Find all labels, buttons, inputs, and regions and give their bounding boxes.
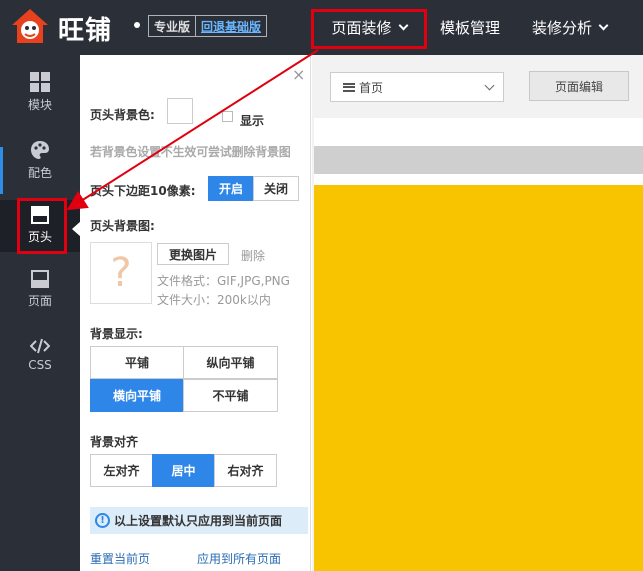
close-icon[interactable]: × <box>292 65 305 84</box>
edition-label: 专业版 <box>149 16 197 36</box>
sidebar-item-label: 模块 <box>27 98 52 112</box>
downgrade-link[interactable]: 回退基础版 <box>196 16 266 36</box>
margin-label: 页头下边距10像素: <box>90 184 196 198</box>
preview-spacer <box>314 174 643 185</box>
align-right-button[interactable]: 右对齐 <box>214 454 277 487</box>
delete-image-link[interactable]: 删除 <box>241 247 265 264</box>
annotation-box-nav <box>311 9 427 49</box>
sidebar-item-modules[interactable]: 模块 <box>0 72 80 132</box>
nav-template-manage[interactable]: 模板管理 <box>440 0 500 55</box>
sidebar-item-css[interactable]: CSS <box>0 338 80 398</box>
nav-label: 模板管理 <box>440 19 501 37</box>
bg-image-label: 页头背景图: <box>90 219 155 233</box>
chevron-down-icon <box>598 20 609 31</box>
annotation-box-sidebar <box>17 198 67 254</box>
apply-all-link[interactable]: 应用到所有页面 <box>197 550 281 567</box>
nav-label: 装修分析 <box>532 19 593 37</box>
bg-display-label: 背景显示: <box>90 327 143 341</box>
chevron-down-icon <box>484 80 495 91</box>
show-checkbox[interactable] <box>222 111 233 122</box>
display-option-horizontal[interactable]: 横向平铺 <box>90 379 184 412</box>
sidebar-item-page[interactable]: 页面 <box>0 270 80 330</box>
notice-bar: ! 以上设置默认只应用到当前页面 <box>90 507 308 534</box>
toggle-off-button[interactable]: 关闭 <box>253 176 299 201</box>
sidebar-item-label: 页面 <box>27 294 52 308</box>
bg-color-hint: 若背景色设置不生效可尝试删除背景图 <box>90 145 291 159</box>
file-size-note: 文件大小：200k以内 <box>157 293 271 307</box>
wangpu-logo-icon[interactable] <box>10 7 50 47</box>
display-option-tile[interactable]: 平铺 <box>90 346 184 379</box>
bg-image-thumbnail[interactable]: ? <box>90 242 152 304</box>
notice-text: 以上设置默认只应用到当前页面 <box>114 514 283 528</box>
nav-decorate-analysis[interactable]: 装修分析 <box>532 0 609 55</box>
preview-banner-area[interactable] <box>314 185 643 571</box>
toggle-on-button[interactable]: 开启 <box>208 176 254 201</box>
bg-color-picker[interactable] <box>167 98 193 124</box>
panel-pointer <box>72 221 81 237</box>
palette-icon <box>31 141 49 159</box>
grid-icon <box>30 72 50 92</box>
placeholder-question-icon: ? <box>110 250 132 296</box>
sidebar-item-colors[interactable]: 配色 <box>0 140 80 200</box>
bg-align-label: 背景对齐 <box>90 435 139 449</box>
menu-icon <box>343 82 355 92</box>
preview-header-strip <box>314 118 643 146</box>
brand-dot <box>134 22 140 28</box>
code-icon <box>30 338 50 354</box>
info-icon: ! <box>95 513 110 528</box>
sidebar-item-label: CSS <box>28 358 52 372</box>
show-label: 显示 <box>240 114 265 128</box>
edition-box: 专业版 回退基础版 <box>148 15 268 37</box>
change-image-button[interactable]: 更换图片 <box>157 243 229 265</box>
page-select-dropdown[interactable]: 首页 <box>330 72 504 102</box>
align-left-button[interactable]: 左对齐 <box>90 454 153 487</box>
preview-nav-strip <box>314 146 643 174</box>
header-settings-panel <box>80 55 311 571</box>
page-select-value: 首页 <box>359 80 384 95</box>
active-indicator <box>0 147 3 194</box>
reset-page-link[interactable]: 重置当前页 <box>90 550 150 567</box>
page-edit-button[interactable]: 页面编辑 <box>529 71 629 101</box>
display-option-vertical[interactable]: 纵向平铺 <box>183 346 278 379</box>
file-format-note: 文件格式：GIF,JPG,PNG <box>157 274 290 288</box>
sidebar-item-label: 配色 <box>27 166 52 180</box>
bg-color-label: 页头背景色: <box>90 108 155 122</box>
brand-name: 旺铺 <box>58 16 113 46</box>
page-icon <box>31 270 49 288</box>
display-option-none[interactable]: 不平铺 <box>183 379 278 412</box>
align-center-button[interactable]: 居中 <box>152 454 215 487</box>
